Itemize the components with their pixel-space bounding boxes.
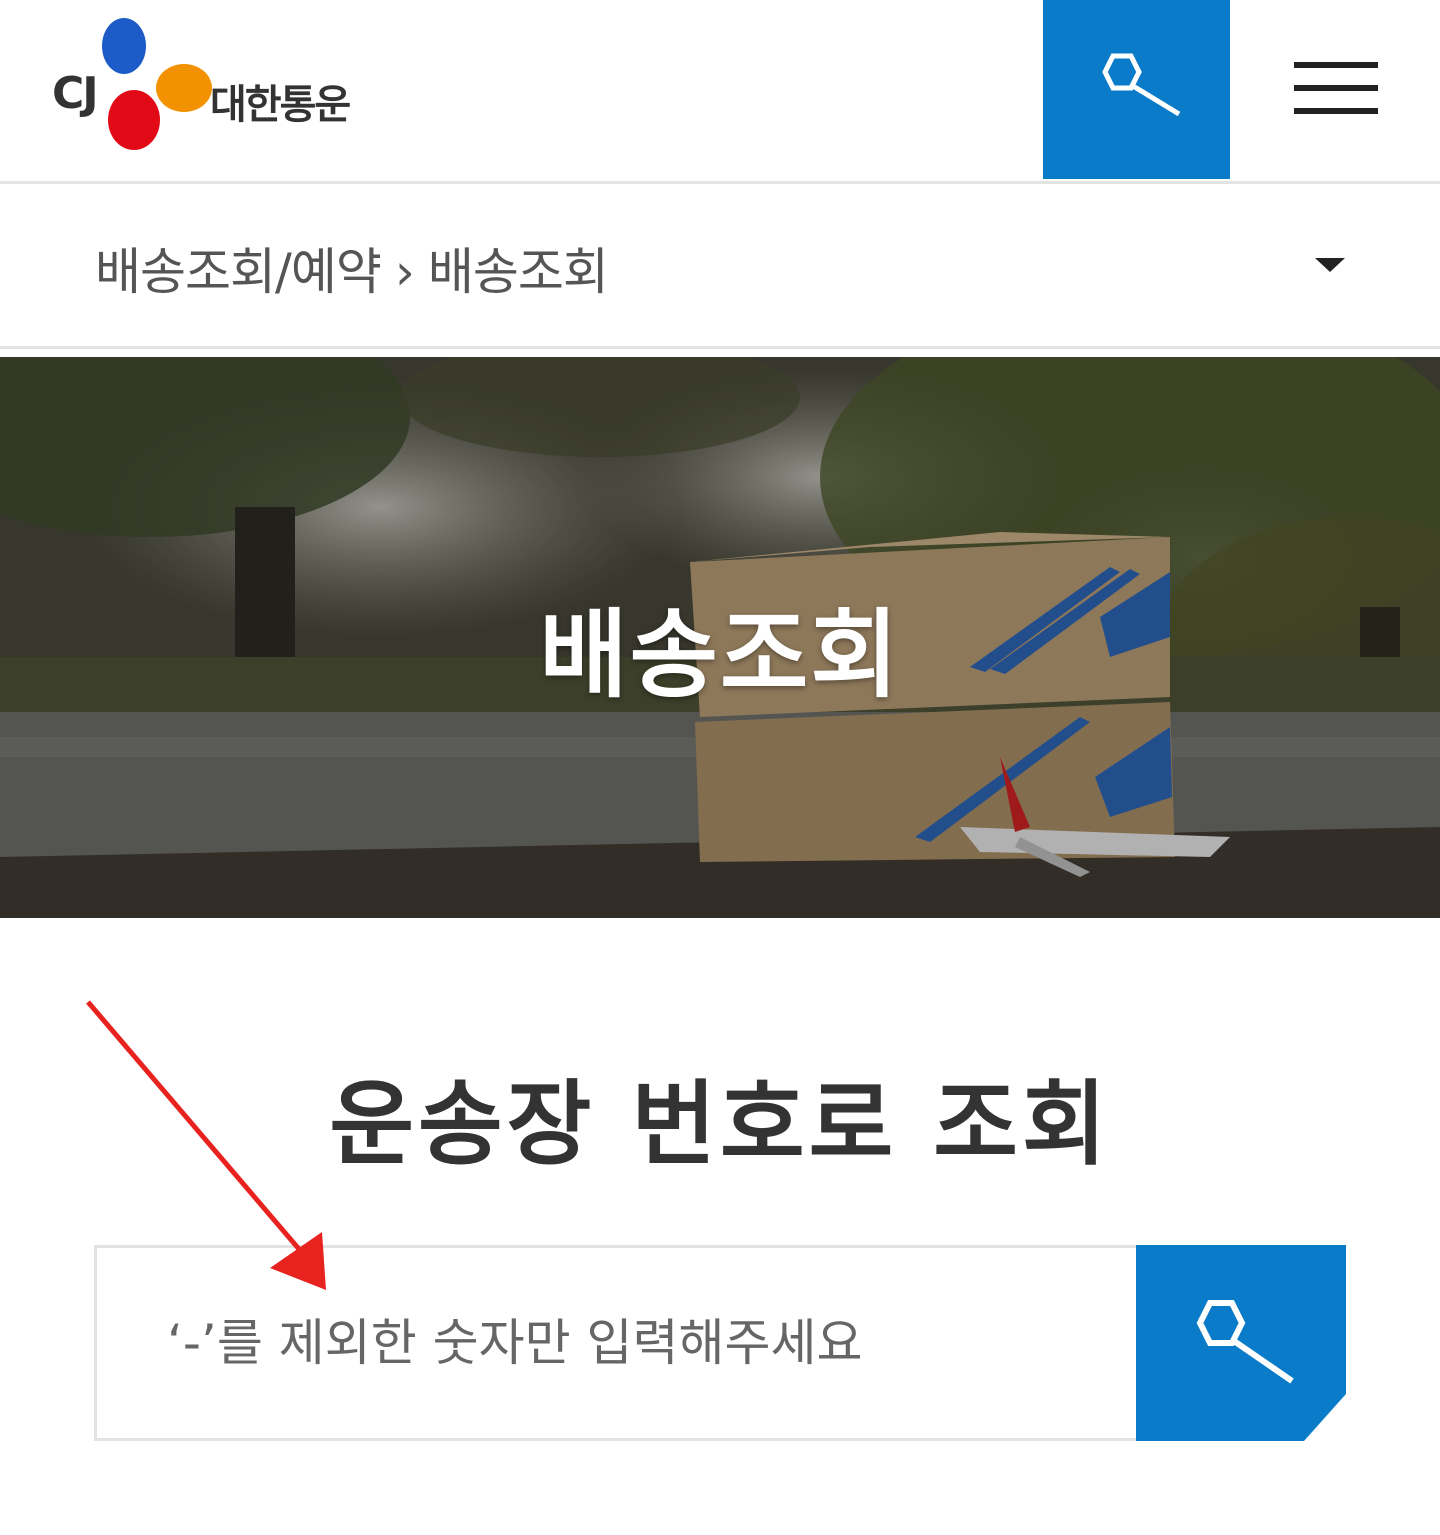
tracking-search-button[interactable] xyxy=(1136,1245,1346,1441)
tracking-number-input[interactable] xyxy=(94,1245,1138,1441)
breadcrumb-parent[interactable]: 배송조회/예약 xyxy=(95,243,382,301)
site-header: CJ 대한통운 xyxy=(0,0,1440,184)
caret-down-icon[interactable] xyxy=(1310,250,1350,280)
header-search-button[interactable] xyxy=(1043,0,1230,179)
search-icon xyxy=(1102,53,1181,117)
breadcrumb-current: 배송조회 xyxy=(427,243,609,301)
chevron-right-icon: › xyxy=(394,243,415,301)
breadcrumb: 배송조회/예약 › 배송조회 xyxy=(95,232,609,304)
logo-company-name: 대한통운 xyxy=(210,82,351,128)
tracking-section-title: 운송장 번호로 조회 xyxy=(329,1071,1111,1178)
logo-cj-text: CJ xyxy=(52,68,99,119)
search-icon xyxy=(1196,1300,1294,1384)
hero-title: 배송조회 xyxy=(539,599,901,711)
hero-banner: 배송조회 xyxy=(0,357,1440,918)
tracking-search-form xyxy=(94,1245,1346,1441)
cj-logo[interactable]: CJ 대한통운 xyxy=(52,18,382,158)
hamburger-menu-icon[interactable] xyxy=(1294,62,1378,114)
